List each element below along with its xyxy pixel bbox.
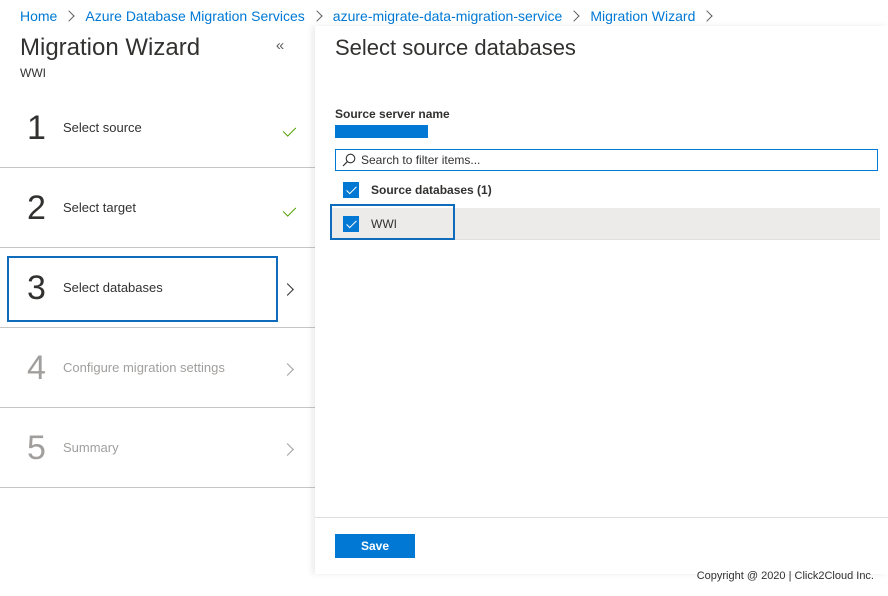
- step-number: 4: [27, 349, 46, 387]
- step-label: Select source: [63, 120, 142, 135]
- chevron-right-icon: [568, 10, 580, 22]
- step-number: 5: [27, 429, 46, 467]
- chevron-right-icon: [311, 10, 323, 22]
- chevron-right-icon: [701, 10, 714, 22]
- step-label: Summary: [63, 440, 119, 455]
- chevron-right-icon: [63, 10, 76, 22]
- footer-divider: [315, 517, 888, 518]
- step-label: Select databases: [63, 280, 163, 295]
- double-chevron-left-icon[interactable]: «: [272, 37, 288, 55]
- copyright-text: Copyright @ 2020 | Click2Cloud Inc.: [696, 570, 874, 582]
- save-button[interactable]: Save: [335, 534, 415, 558]
- breadcrumb-migration-service[interactable]: azure-migrate-data-migration-service: [333, 8, 563, 24]
- migration-wizard-page: Home Azure Database Migration Services a…: [0, 0, 888, 596]
- wizard-step-select-target[interactable]: 2 Select target: [0, 168, 315, 248]
- wizard-step-configure-migration-settings[interactable]: 4 Configure migration settings: [0, 328, 315, 408]
- chevron-right-icon: [281, 443, 294, 456]
- search-input[interactable]: [361, 153, 861, 167]
- page-title: Select source databases: [335, 35, 576, 60]
- breadcrumb-migration-wizard[interactable]: Migration Wizard: [590, 8, 695, 24]
- wizard-step-summary[interactable]: 5 Summary: [0, 408, 315, 488]
- wizard-subtitle: WWI: [20, 66, 46, 80]
- filter-search-box[interactable]: [335, 149, 878, 171]
- select-all-row[interactable]: Source databases (1): [343, 180, 492, 200]
- chevron-right-icon: [281, 283, 294, 296]
- checkmark-icon: [282, 123, 297, 137]
- breadcrumb-home[interactable]: Home: [20, 8, 57, 24]
- step-label: Select target: [63, 200, 136, 215]
- database-row[interactable]: WWI: [330, 204, 880, 240]
- step-number: 2: [27, 189, 46, 227]
- search-icon: [342, 153, 356, 167]
- step-number: 1: [27, 109, 46, 147]
- breadcrumb-azure-dms[interactable]: Azure Database Migration Services: [85, 8, 304, 24]
- chevron-right-icon: [281, 363, 294, 376]
- database-checkbox[interactable]: [343, 216, 359, 232]
- source-server-name-redacted: [335, 125, 428, 138]
- wizard-steps-panel: Migration Wizard WWI « 1 Select source 2…: [0, 26, 315, 574]
- wizard-title: Migration Wizard: [20, 34, 201, 61]
- select-all-checkbox[interactable]: [343, 182, 359, 198]
- source-server-name-label: Source server name: [335, 107, 450, 121]
- select-databases-panel: Select source databases Source server na…: [315, 26, 888, 574]
- breadcrumb: Home Azure Database Migration Services a…: [20, 7, 723, 25]
- select-all-label: Source databases (1): [371, 183, 492, 197]
- database-name: WWI: [371, 217, 397, 231]
- wizard-step-select-source[interactable]: 1 Select source: [0, 88, 315, 168]
- checkmark-icon: [282, 203, 297, 217]
- step-number: 3: [27, 269, 46, 307]
- step-label: Configure migration settings: [63, 360, 225, 375]
- wizard-step-select-databases[interactable]: 3 Select databases: [0, 248, 315, 328]
